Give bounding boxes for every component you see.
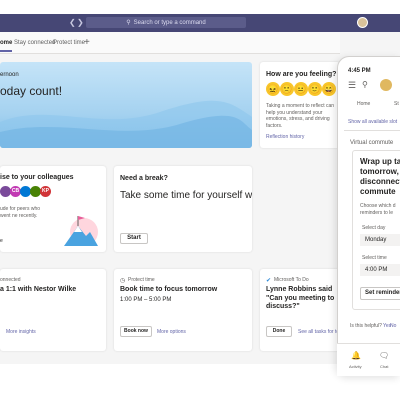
chat-icon[interactable]: 🗨 bbox=[379, 351, 389, 360]
done-button[interactable]: Done bbox=[266, 326, 292, 337]
commute-description-line: reminders to le bbox=[360, 210, 394, 216]
praise-link[interactable]: e bbox=[0, 238, 3, 244]
card-category-label: Microsoft To Do bbox=[274, 277, 309, 283]
commute-title-line: tomorrow, a bbox=[360, 167, 400, 176]
card-category-label: onnected bbox=[0, 277, 21, 283]
tab-protect-time[interactable]: Protect time bbox=[53, 40, 85, 46]
commute-title-line: disconnect w bbox=[360, 177, 400, 186]
avatar[interactable] bbox=[380, 79, 392, 91]
search-input[interactable]: ⚲ Search or type a command bbox=[86, 17, 246, 28]
emoji-happy-icon[interactable]: 🙂 bbox=[308, 82, 322, 96]
hero-title: oday count! bbox=[0, 84, 63, 98]
break-title: Need a break? bbox=[120, 175, 168, 182]
select-day-label: Select day bbox=[362, 225, 386, 231]
back-arrow-icon[interactable]: ❮ bbox=[69, 18, 76, 27]
commute-title-line: commute bbox=[360, 187, 396, 196]
phone-tab-home[interactable]: Home bbox=[357, 101, 370, 107]
phone-status-time: 4:45 PM bbox=[348, 68, 371, 74]
bell-icon[interactable]: 🔔 bbox=[351, 351, 361, 360]
emoji-very-happy-icon[interactable]: 😄 bbox=[322, 82, 336, 96]
start-button[interactable]: Start bbox=[120, 233, 148, 244]
helpful-prompt: Is this helpful? bbox=[350, 323, 382, 329]
more-options-link[interactable]: More options bbox=[157, 329, 186, 335]
checkmark-icon: ✔ bbox=[266, 278, 272, 284]
mountain-flag-illustration bbox=[60, 210, 100, 248]
nav-chat-label: Chat bbox=[380, 364, 389, 369]
hero-greeting: ernoon bbox=[0, 72, 19, 78]
clock-icon: ◷ bbox=[120, 278, 126, 284]
show-all-slots-link[interactable]: Show all available slot bbox=[348, 119, 397, 125]
praise-title: ise to your colleagues bbox=[0, 174, 74, 181]
user-avatar[interactable] bbox=[357, 17, 368, 28]
commute-description-line: Choose which d bbox=[360, 203, 396, 209]
active-tab-indicator bbox=[0, 50, 12, 52]
see-all-tasks-link[interactable]: See all tasks for to bbox=[298, 329, 339, 335]
wave-illustration bbox=[0, 100, 252, 148]
commute-title-line: Wrap up tas bbox=[360, 157, 400, 166]
nav-activity-label: Activity bbox=[349, 364, 362, 369]
card-title: Lynne Robbins said "Can you meeting to d… bbox=[266, 286, 335, 310]
hero-banner bbox=[0, 62, 252, 148]
feelings-description: Taking a moment to reflect can help you … bbox=[266, 103, 335, 129]
no-link[interactable]: No bbox=[390, 323, 396, 329]
forward-arrow-icon[interactable]: ❯ bbox=[77, 18, 84, 27]
time-range: 1:00 PM – 5:00 PM bbox=[120, 297, 172, 303]
phone-tab-stay[interactable]: St bbox=[394, 101, 399, 107]
emoji-neutral-icon[interactable]: 😐 bbox=[294, 82, 308, 96]
reflection-history-link[interactable]: Reflection history bbox=[266, 134, 304, 140]
emoji-very-sad-icon[interactable]: 😖 bbox=[266, 82, 280, 96]
virtual-commute-label: Virtual commute bbox=[350, 140, 394, 146]
break-description: Take some time for yourself with a one-m… bbox=[120, 190, 252, 201]
commute-description: Choose which d reminders to le bbox=[360, 203, 400, 217]
search-icon: ⚲ bbox=[126, 20, 131, 26]
feelings-title: How are you feeling? bbox=[266, 71, 337, 78]
search-icon[interactable]: ⚲ bbox=[362, 80, 368, 89]
praise-description: ude for peers who went ne recently. bbox=[0, 206, 41, 219]
tab-home[interactable]: ome bbox=[0, 40, 12, 46]
phone-bottom-nav bbox=[337, 343, 400, 376]
emoji-sad-icon[interactable]: 🙁 bbox=[280, 82, 294, 96]
more-insights-link[interactable]: More insights bbox=[6, 329, 36, 335]
day-dropdown[interactable]: Monday bbox=[360, 234, 400, 246]
commute-title: Wrap up tas tomorrow, a disconnect w com… bbox=[360, 157, 400, 197]
hamburger-menu-icon[interactable]: ☰ bbox=[348, 80, 356, 91]
time-dropdown[interactable]: 4:00 PM bbox=[360, 264, 400, 276]
divider bbox=[344, 130, 400, 131]
card-category-label: Protect time bbox=[128, 277, 155, 283]
search-placeholder: Search or type a command bbox=[133, 19, 206, 26]
select-time-label: Select time bbox=[362, 255, 387, 261]
colleague-avatar[interactable]: KP bbox=[40, 186, 51, 197]
add-tab-icon[interactable]: + bbox=[84, 37, 90, 48]
book-now-button[interactable]: Book now bbox=[120, 326, 152, 337]
set-reminder-button[interactable]: Set reminder bbox=[360, 287, 400, 300]
card-title: a 1:1 with Nestor Wilke bbox=[0, 286, 77, 293]
tab-stay-connected[interactable]: Stay connected bbox=[14, 40, 55, 46]
card-title: Book time to focus tomorrow bbox=[120, 286, 218, 293]
